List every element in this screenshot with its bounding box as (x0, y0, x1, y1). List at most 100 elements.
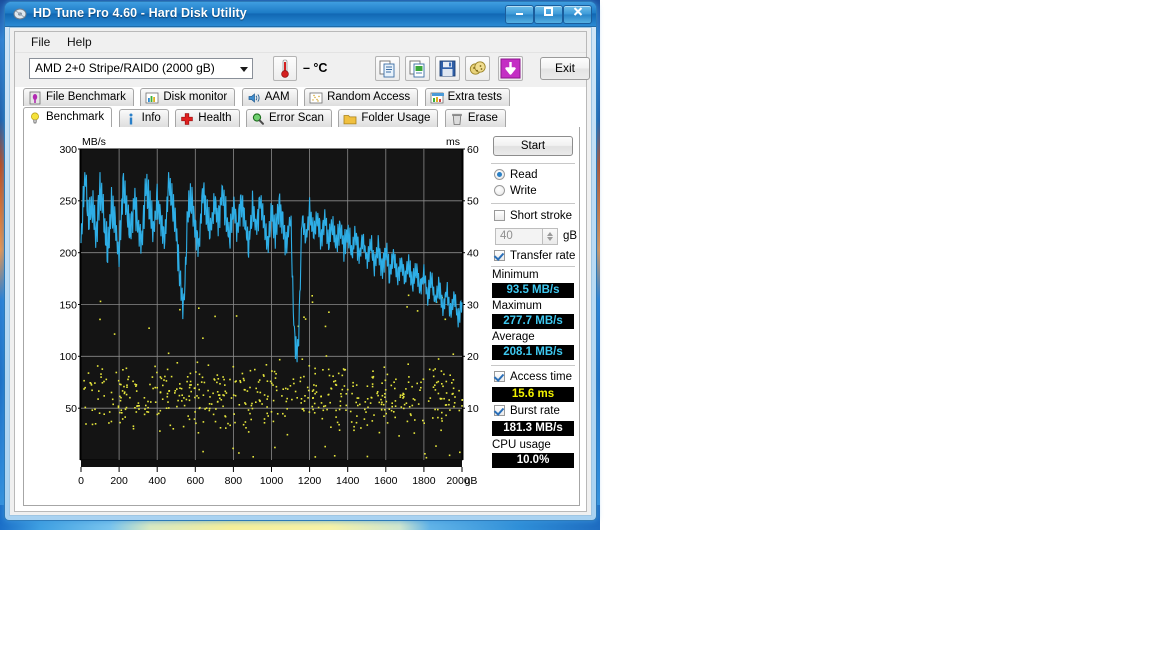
access-time-point (243, 379, 245, 382)
radio-write[interactable]: Write (494, 185, 537, 197)
access-time-point (393, 411, 395, 413)
access-time-point (284, 387, 287, 390)
tab-info[interactable]: Info (118, 109, 169, 127)
access-time-point (373, 414, 375, 416)
access-time-point (384, 393, 386, 395)
access-time-point (345, 409, 347, 411)
access-time-point (154, 386, 156, 389)
minimize-button[interactable] (505, 5, 534, 24)
access-time-point (100, 376, 102, 378)
tab-disk-monitor[interactable]: Disk monitor (140, 88, 236, 106)
access-time-point (355, 384, 358, 386)
access-time-point (186, 376, 189, 378)
tab-folder-usage[interactable]: Folder Usage (338, 109, 439, 127)
svg-text:100: 100 (59, 351, 77, 363)
radio-read[interactable]: Read (494, 169, 538, 181)
access-time-point (241, 372, 244, 375)
access-time-point (339, 400, 342, 403)
checkbox-access-time[interactable]: Access time (494, 371, 572, 383)
close-button[interactable] (563, 5, 592, 24)
access-time-point (328, 374, 331, 377)
tab-aam[interactable]: AAM (241, 88, 298, 106)
drive-select[interactable]: AMD 2+0 Stripe/RAID0 (2000 gB) (29, 58, 253, 79)
title-bar[interactable]: HD Tune Pro 4.60 - Hard Disk Utility (5, 2, 596, 27)
access-time-point (94, 423, 97, 425)
maximum-label: Maximum (492, 300, 542, 312)
access-time-point (394, 405, 397, 407)
access-time-point (444, 404, 447, 406)
access-time-point (355, 401, 357, 404)
y-axis-unit: MB/s (82, 136, 106, 148)
access-time-point (423, 422, 425, 424)
copy-image-icon[interactable] (405, 56, 430, 81)
access-time-point (202, 421, 205, 423)
access-time-point (224, 390, 227, 393)
access-time-point (233, 413, 235, 415)
access-time-point (255, 387, 257, 390)
maximize-button[interactable] (534, 5, 563, 24)
divider-2 (491, 203, 575, 204)
access-time-point (183, 404, 186, 407)
access-time-point (435, 381, 438, 384)
access-time-point (434, 368, 436, 370)
cpu-usage-label: CPU usage (492, 439, 551, 451)
checkbox-burst-rate[interactable]: Burst rate (494, 405, 560, 417)
access-time-point (390, 384, 393, 387)
access-time-point (432, 375, 435, 378)
tab-extra-tests[interactable]: Extra tests (424, 88, 510, 106)
access-time-point (372, 370, 374, 372)
access-time-point (286, 433, 289, 436)
tab-error-scan[interactable]: Error Scan (245, 109, 332, 127)
checkbox-short-stroke[interactable]: Short stroke (494, 210, 572, 222)
copy-icon[interactable] (375, 56, 400, 81)
access-time-point (411, 404, 414, 407)
menu-bar: File Help (15, 32, 586, 53)
checkbox-transfer-rate[interactable]: Transfer rate (494, 250, 575, 262)
menu-help[interactable]: Help (63, 35, 96, 49)
tab-random-access[interactable]: Random Access (304, 88, 419, 106)
exit-button[interactable]: Exit (540, 57, 590, 80)
temperature-button[interactable] (273, 56, 297, 81)
access-time-point (188, 395, 190, 397)
download-icon[interactable] (498, 56, 523, 81)
access-time-point (234, 421, 236, 424)
access-time-point (337, 372, 340, 375)
access-time-point (448, 454, 451, 457)
access-time-point (407, 294, 410, 297)
access-time-point (340, 395, 343, 398)
svg-text:800: 800 (225, 475, 243, 487)
access-time-point (135, 390, 138, 392)
cookie-icon[interactable] (465, 56, 490, 81)
svg-text:1800: 1800 (412, 475, 436, 487)
svg-text:10: 10 (467, 403, 479, 415)
stepper-up-icon[interactable] (547, 232, 553, 236)
tab-file-benchmark[interactable]: File Benchmark (23, 88, 134, 106)
access-time-point (259, 391, 262, 394)
access-time-point (380, 403, 383, 406)
tab-health[interactable]: Health (175, 109, 240, 127)
tab-benchmark[interactable]: Benchmark (23, 107, 113, 127)
inner-panel: File Help AMD 2+0 Stripe/RAID0 (2000 gB)… (14, 31, 590, 512)
access-time-point (249, 412, 251, 415)
menu-file[interactable]: File (27, 35, 54, 49)
access-time-point (103, 413, 105, 415)
save-icon[interactable] (435, 56, 460, 81)
access-time-point (420, 386, 422, 389)
stepper-down-icon[interactable] (547, 237, 553, 241)
start-button[interactable]: Start (493, 136, 573, 156)
access-time-point (269, 380, 272, 383)
svg-text:1000: 1000 (260, 475, 284, 487)
lightbulb-icon (28, 111, 42, 125)
tab-erase[interactable]: Erase (444, 109, 506, 127)
short-stroke-input[interactable]: 40 (495, 228, 543, 245)
file-benchmark-icon (28, 91, 42, 105)
access-time-point (434, 389, 437, 391)
access-time-point (335, 416, 337, 418)
radio-read-label: Read (510, 169, 538, 181)
cpu-usage-value: 10.0% (516, 454, 550, 466)
short-stroke-stepper[interactable] (543, 228, 558, 245)
access-time-point (325, 355, 328, 357)
access-time-point (317, 406, 320, 409)
access-time-point (117, 379, 120, 382)
access-time-point (320, 395, 322, 398)
